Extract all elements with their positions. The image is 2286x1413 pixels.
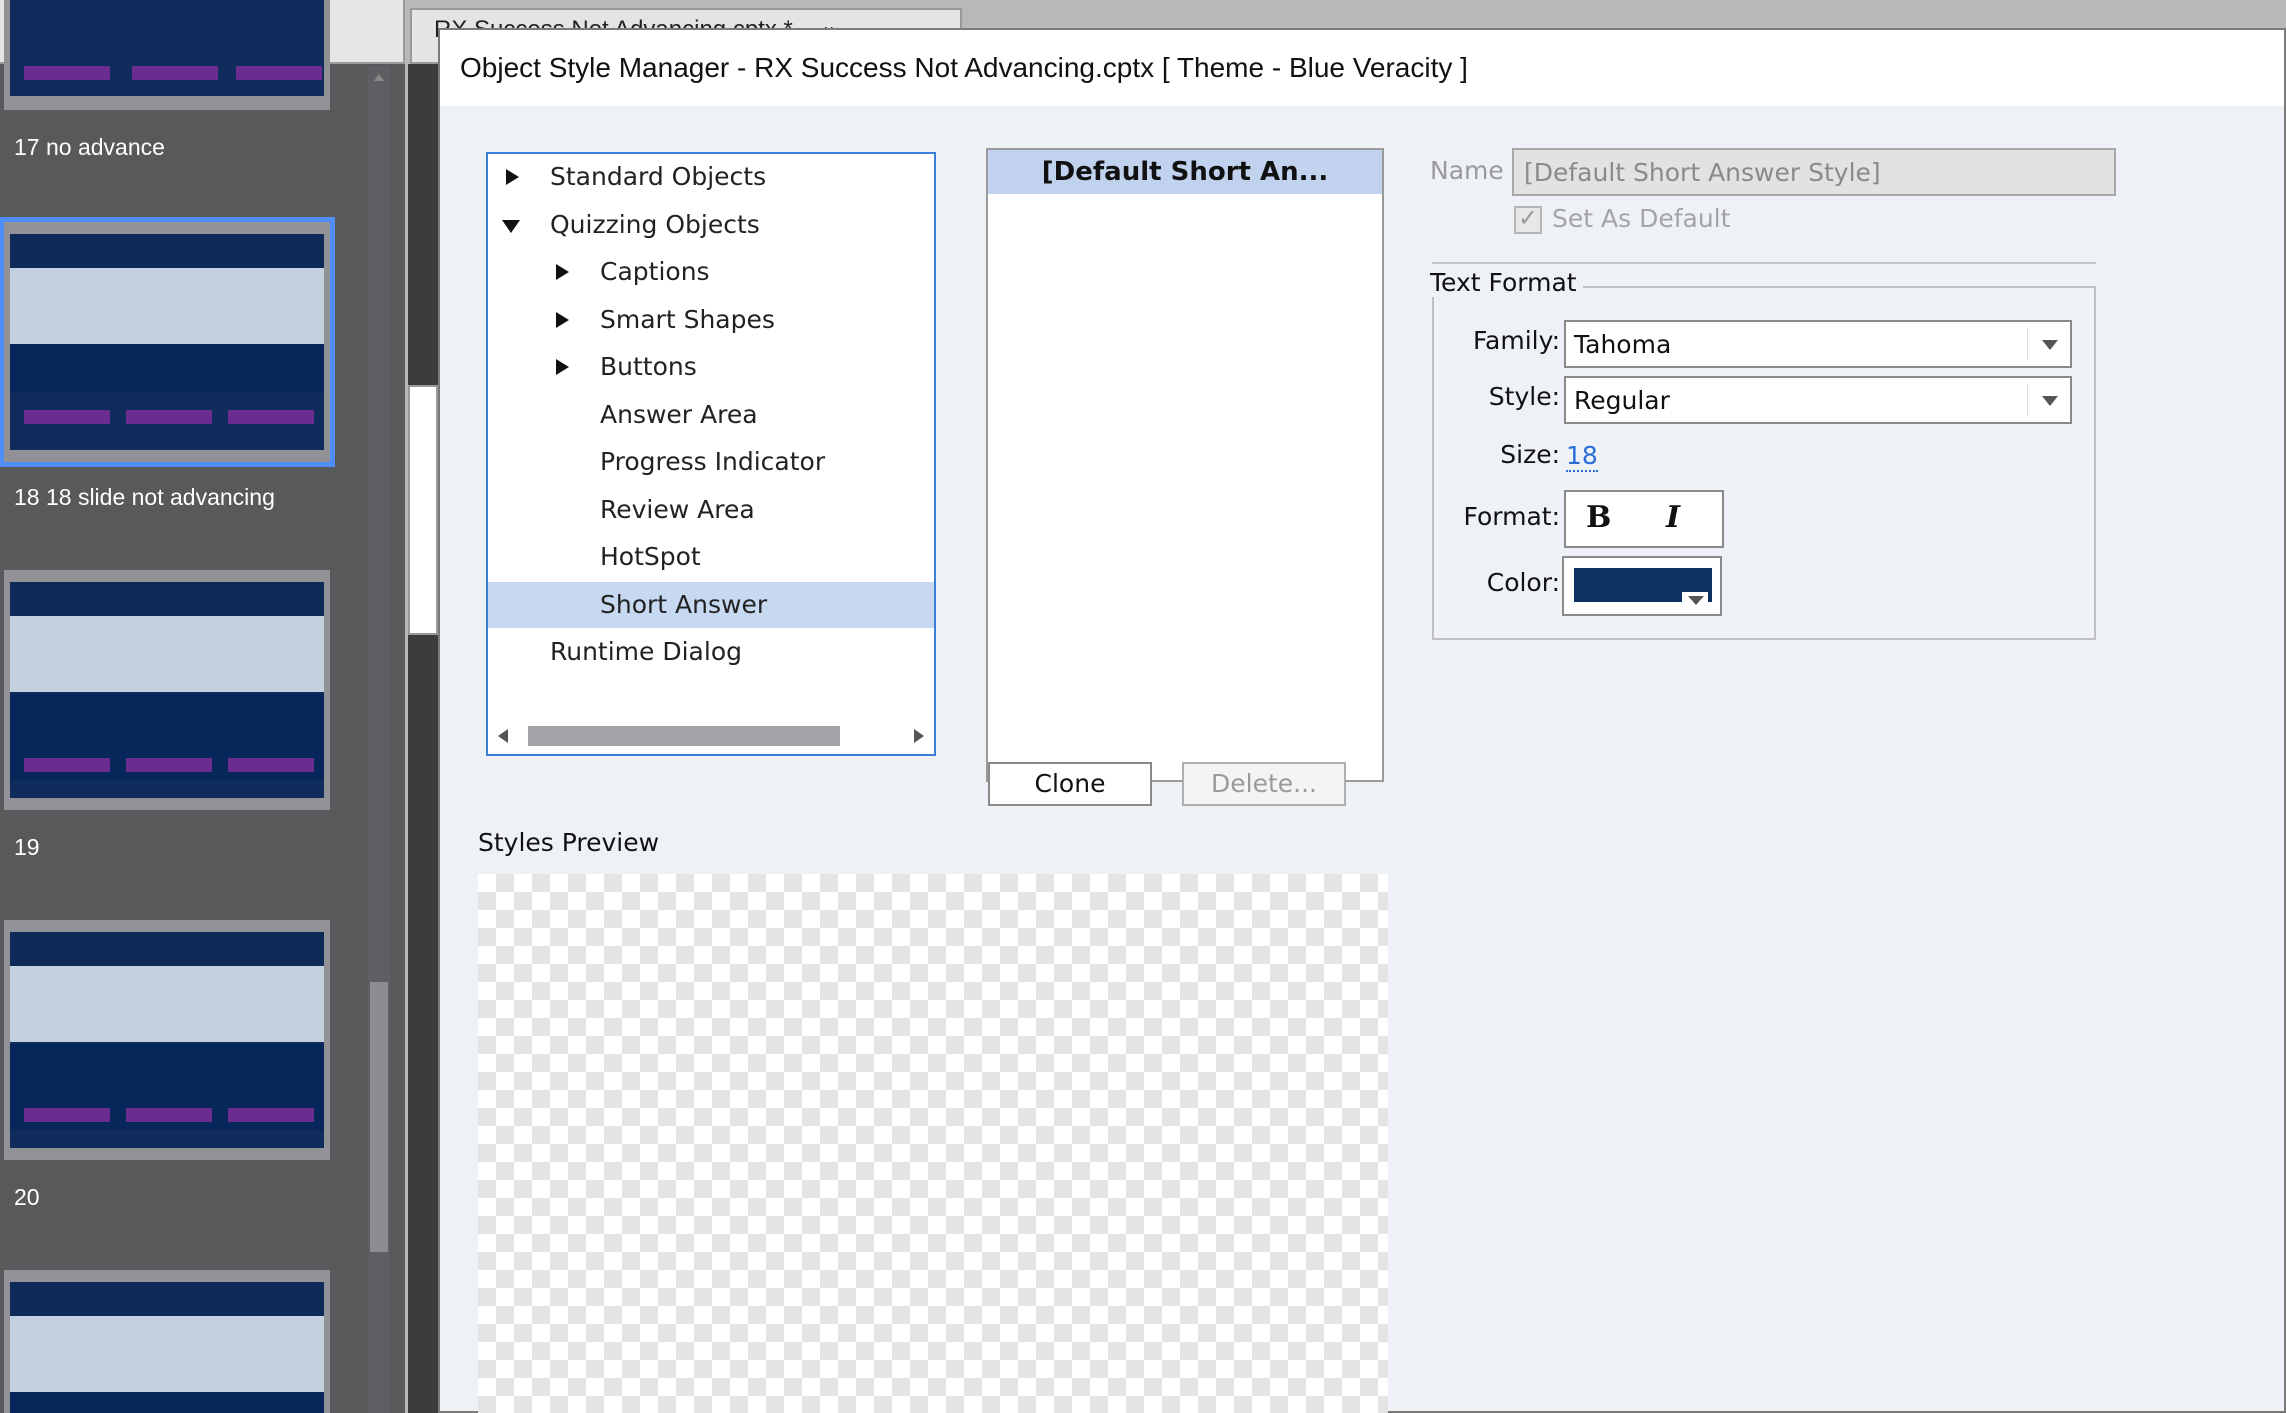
italic-icon[interactable]: I <box>1666 500 1680 535</box>
style-list[interactable]: [Default Short An... <box>986 148 1384 782</box>
tree-item-label: HotSpot <box>600 542 701 571</box>
tree-item-label: Captions <box>600 257 710 286</box>
slide-thumbnail-17[interactable] <box>4 0 330 110</box>
tree-item-short-answer[interactable]: Short Answer <box>488 581 934 628</box>
editor-canvas-snippet <box>408 385 438 635</box>
tree-item-progress-indicator[interactable]: Progress Indicator <box>488 439 934 485</box>
tree-item-quizzing-objects[interactable]: Quizzing Objects <box>488 202 934 248</box>
filmstrip-panel: FILMSTRIP 17 no advance 18 18 slide not … <box>0 0 405 1413</box>
tree-item-runtime-dialog[interactable]: Runtime Dialog <box>488 629 934 675</box>
tree-item-answer-area[interactable]: Answer Area <box>488 392 934 438</box>
tree-item-review-area[interactable]: Review Area <box>488 487 934 533</box>
tree-item-captions[interactable]: Captions <box>488 249 934 295</box>
chevron-down-icon <box>1688 596 1704 605</box>
tree-item-label: Standard Objects <box>550 162 767 191</box>
name-field[interactable]: [Default Short Answer Style] <box>1512 148 2116 196</box>
tree-item-label: Buttons <box>600 352 697 381</box>
font-family-value: Tahoma <box>1574 330 1672 359</box>
tree-item-label: Quizzing Objects <box>550 209 760 239</box>
color-picker[interactable] <box>1562 556 1722 616</box>
styles-preview-label: Styles Preview <box>478 828 660 857</box>
set-as-default-label: Set As Default <box>1552 204 1731 233</box>
font-style-value: Regular <box>1574 386 1670 415</box>
tree-item-label: Smart Shapes <box>600 304 775 334</box>
tree-item-label: Review Area <box>600 494 755 524</box>
set-as-default-checkbox[interactable]: ✓ <box>1514 204 1542 234</box>
delete-button[interactable]: Delete... <box>1182 762 1346 806</box>
slide-label-17[interactable]: 17 no advance <box>14 134 165 161</box>
tree-scroll-thumb[interactable] <box>528 726 840 746</box>
color-label: Color: <box>1486 568 1560 597</box>
format-label: Format: <box>1463 502 1560 531</box>
tree-item-label: Short Answer <box>600 589 768 619</box>
expand-down-icon[interactable] <box>502 202 522 248</box>
filmstrip-scrollbar[interactable] <box>368 66 390 1413</box>
tree-horizontal-scrollbar[interactable] <box>490 722 930 750</box>
dialog-titlebar[interactable]: Object Style Manager - RX Success Not Ad… <box>440 30 2284 106</box>
styles-preview-area <box>478 874 1388 1413</box>
dialog-title: Object Style Manager - RX Success Not Ad… <box>460 52 1468 83</box>
scroll-left-icon[interactable] <box>498 729 508 743</box>
clone-button[interactable]: Clone <box>988 762 1152 806</box>
text-format-legend: Text Format <box>1430 268 1583 297</box>
bold-icon[interactable]: B <box>1586 500 1611 535</box>
slide-thumbnail-20[interactable] <box>4 920 330 1160</box>
slide-thumbnail-18[interactable] <box>0 217 335 467</box>
divider <box>1432 262 2096 264</box>
expand-right-icon[interactable] <box>502 154 522 200</box>
tree-item-label: Answer Area <box>600 399 758 429</box>
tree-item-smart-shapes[interactable]: Smart Shapes <box>488 297 934 343</box>
tree-item-label: Runtime Dialog <box>550 637 742 666</box>
slide-thumbnail-19[interactable] <box>4 570 330 810</box>
scroll-up-icon[interactable] <box>374 74 384 81</box>
object-style-manager-dialog: Object Style Manager - RX Success Not Ad… <box>438 28 2286 1413</box>
check-icon: ✓ <box>1518 204 1539 232</box>
tree-item-label: Progress Indicator <box>600 447 826 476</box>
tree-item-buttons[interactable]: Buttons <box>488 344 934 390</box>
chevron-down-icon <box>2042 396 2058 406</box>
font-style-select[interactable]: Regular <box>1564 376 2072 424</box>
name-label: Name <box>1430 156 1504 185</box>
format-toggles: B I <box>1564 490 1724 548</box>
expand-right-icon[interactable] <box>552 249 572 295</box>
expand-right-icon[interactable] <box>552 344 572 390</box>
chevron-down-icon <box>2042 340 2058 350</box>
slide-label-20[interactable]: 20 <box>14 1184 40 1211</box>
filmstrip-scroll-thumb[interactable] <box>370 982 388 1252</box>
tree-item-hotspot[interactable]: HotSpot <box>488 534 934 580</box>
tree-item-standard-objects[interactable]: Standard Objects <box>488 154 934 200</box>
expand-right-icon[interactable] <box>552 297 572 343</box>
slide-label-19[interactable]: 19 <box>14 834 40 861</box>
family-label: Family: <box>1472 326 1560 355</box>
slide-label-18[interactable]: 18 18 slide not advancing <box>14 484 275 511</box>
object-type-tree[interactable]: Standard Objects Quizzing Objects Captions… <box>486 152 936 756</box>
style-label: Style: <box>1488 382 1560 411</box>
size-label: Size: <box>1500 440 1560 469</box>
slide-thumbnail-21[interactable] <box>4 1270 330 1413</box>
scroll-right-icon[interactable] <box>914 729 924 743</box>
style-list-item[interactable]: [Default Short An... <box>988 150 1382 194</box>
font-size-value[interactable]: 18 <box>1566 442 1598 472</box>
font-family-select[interactable]: Tahoma <box>1564 320 2072 368</box>
editor-canvas-edge <box>408 64 438 1413</box>
